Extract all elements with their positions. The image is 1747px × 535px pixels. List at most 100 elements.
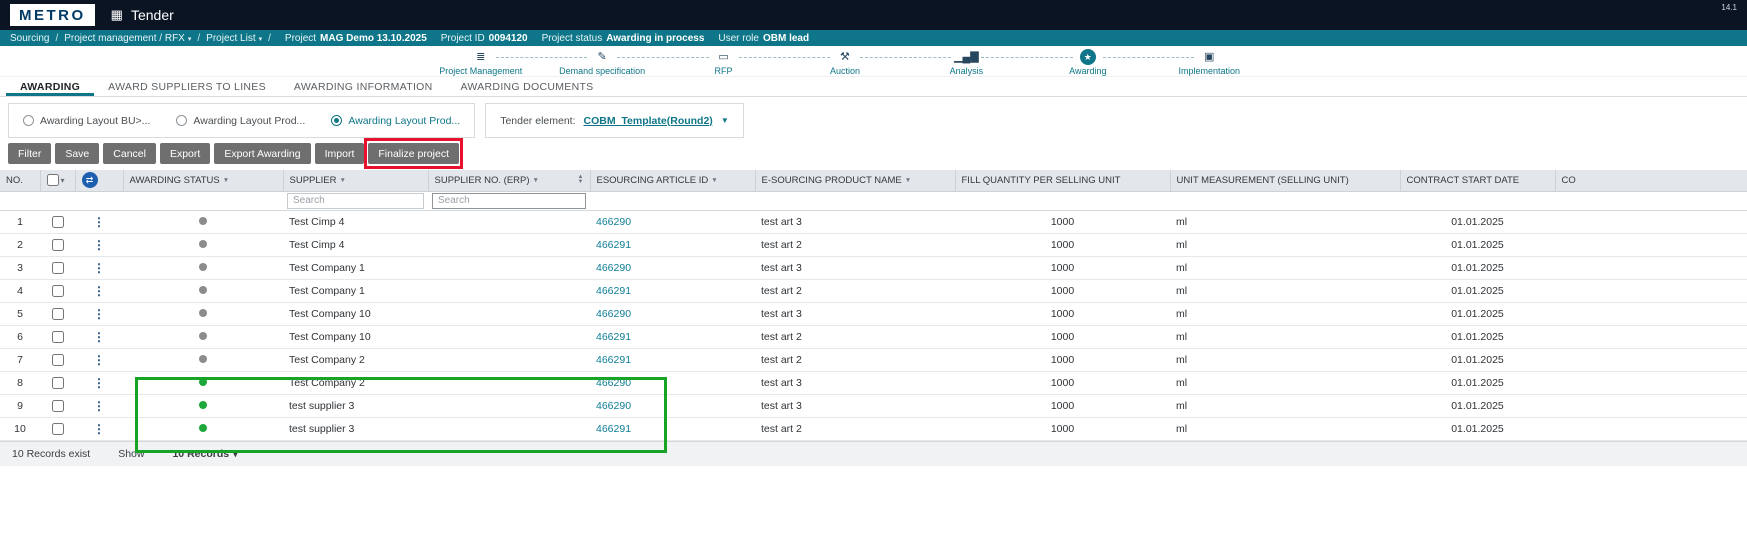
filter-icon[interactable]: ▼ — [533, 177, 539, 184]
unit-cell: ml — [1170, 325, 1400, 349]
column-header-unit-measurement[interactable]: UNIT MEASUREMENT (SELLING UNIT) — [1170, 170, 1401, 192]
esourcing-article-id-cell: 466290 — [590, 394, 755, 418]
esourcing-article-id-cell: 466290 — [590, 371, 755, 395]
app-title: ▦ Tender — [111, 7, 174, 23]
radio-awarding-layout-bu[interactable]: Awarding Layout BU>... — [23, 115, 150, 127]
radio-awarding-layout-prod-1[interactable]: Awarding Layout Prod... — [176, 115, 305, 127]
column-header-awarding-status[interactable]: AWARDING STATUS ▼ — [123, 170, 284, 192]
filter-icon[interactable]: ▼ — [223, 177, 229, 184]
unit-cell: ml — [1170, 394, 1400, 418]
empty-cell — [1555, 233, 1747, 257]
filter-icon[interactable]: ▼ — [340, 177, 346, 184]
row-checkbox[interactable] — [51, 399, 64, 412]
sort-icon[interactable]: ▲ ▼ — [578, 174, 584, 185]
column-header-fill-quantity[interactable]: FILL QUANTITY PER SELLING UNIT — [955, 170, 1171, 192]
row-menu-icon[interactable]: ⋮ — [93, 376, 105, 390]
row-checkbox[interactable] — [51, 330, 64, 343]
row-number: 10 — [0, 417, 40, 441]
finalize-project-button[interactable]: Finalize project — [368, 143, 459, 164]
row-checkbox[interactable] — [51, 238, 64, 251]
contract-start-date-cell: 01.01.2025 — [1400, 417, 1555, 441]
esourcing-article-id-link[interactable]: 466291 — [596, 423, 631, 435]
cancel-button[interactable]: Cancel — [103, 143, 156, 164]
column-header-supplier-no[interactable]: SUPPLIER NO. (ERP) ▼ ▲ ▼ — [428, 170, 591, 192]
app-title-text: Tender — [130, 7, 174, 23]
page-size-dropdown[interactable]: 10 Records ▾ — [172, 448, 237, 460]
row-checkbox[interactable] — [51, 422, 64, 435]
supplier-search-cell — [283, 191, 428, 211]
row-number: 4 — [0, 279, 40, 303]
row-menu-icon[interactable]: ⋮ — [93, 307, 105, 321]
row-checkbox[interactable] — [51, 376, 64, 389]
import-button[interactable]: Import — [314, 143, 365, 164]
breadcrumb-sourcing[interactable]: Sourcing — [10, 33, 49, 44]
tab-awarding[interactable]: AWARDING — [6, 77, 94, 96]
tab-awarding-documents[interactable]: AWARDING DOCUMENTS — [447, 77, 608, 96]
esourcing-article-id-link[interactable]: 466290 — [596, 377, 631, 389]
save-button[interactable]: Save — [55, 143, 100, 164]
esourcing-article-id-link[interactable]: 466291 — [596, 285, 631, 297]
column-header-truncated[interactable]: CO — [1555, 170, 1747, 192]
esourcing-article-id-link[interactable]: 466290 — [596, 262, 631, 274]
step-awarding[interactable]: ★ Awarding — [1027, 49, 1195, 76]
project-id-meta: Project ID 0094120 — [440, 32, 528, 44]
column-header-esourcing-article-id[interactable]: ESOURCING ARTICLE ID ▼ — [590, 170, 756, 192]
column-header-contract-start-date[interactable]: CONTRACT START DATE — [1400, 170, 1556, 192]
row-menu-icon[interactable]: ⋮ — [93, 399, 105, 413]
row-menu-icon[interactable]: ⋮ — [93, 215, 105, 229]
fill-quantity-cell: 1000 — [955, 348, 1170, 372]
step-label: Demand specification — [559, 66, 646, 76]
awarding-status-cell — [123, 325, 283, 349]
row-menu-icon[interactable]: ⋮ — [93, 330, 105, 344]
step-implementation[interactable]: ▣ Implementation — [1149, 49, 1270, 76]
breadcrumb-project-list[interactable]: Project List ▾ — [206, 33, 262, 44]
filter-icon[interactable]: ▼ — [905, 177, 911, 184]
filter-icon[interactable]: ▼ — [711, 177, 717, 184]
breadcrumb-separator: / — [268, 32, 271, 44]
row-checkbox[interactable] — [51, 284, 64, 297]
row-menu-icon[interactable]: ⋮ — [93, 284, 105, 298]
step-analysis[interactable]: ▁▄▇ Analysis — [906, 49, 1074, 76]
export-button[interactable]: Export — [159, 143, 211, 164]
row-checkbox-cell — [40, 394, 75, 418]
product-name-cell: test art 2 — [755, 417, 955, 441]
breadcrumb-project-management-rfx[interactable]: Project management / RFX ▾ — [64, 33, 191, 44]
metro-logo[interactable]: METRO — [10, 4, 95, 26]
esourcing-article-id-cell: 466291 — [590, 279, 755, 303]
tender-element-dropdown[interactable]: COBM_Template(Round2) — [584, 115, 713, 127]
esourcing-article-id-link[interactable]: 466291 — [596, 331, 631, 343]
radio-awarding-layout-prod-2[interactable]: Awarding Layout Prod... — [331, 115, 460, 127]
row-checkbox[interactable] — [51, 353, 64, 366]
esourcing-article-id-link[interactable]: 466290 — [596, 400, 631, 412]
tab-award-suppliers-to-lines[interactable]: AWARD SUPPLIERS TO LINES — [94, 77, 280, 96]
row-menu-icon[interactable]: ⋮ — [93, 353, 105, 367]
supplier-no-search-input[interactable] — [432, 192, 586, 209]
esourcing-article-id-link[interactable]: 466291 — [596, 354, 631, 366]
expand-columns-icon[interactable]: ⇄ — [81, 172, 98, 189]
row-checkbox[interactable] — [51, 307, 64, 320]
export-awarding-button[interactable]: Export Awarding — [214, 143, 311, 164]
row-checkbox[interactable] — [51, 215, 64, 228]
row-checkbox[interactable] — [51, 261, 64, 274]
chevron-down-icon[interactable]: ▼ — [721, 116, 729, 125]
column-header-supplier[interactable]: SUPPLIER ▼ — [283, 170, 429, 192]
row-menu-icon[interactable]: ⋮ — [93, 261, 105, 275]
supplier-no-cell — [428, 302, 590, 326]
step-project-management[interactable]: ≣ Project Management — [420, 49, 588, 76]
column-header-product-name[interactable]: E-SOURCING PRODUCT NAME ▼ — [755, 170, 956, 192]
esourcing-article-id-link[interactable]: 466290 — [596, 216, 631, 228]
row-menu-icon[interactable]: ⋮ — [93, 238, 105, 252]
select-all-checkbox[interactable] — [46, 174, 59, 187]
row-menu-icon[interactable]: ⋮ — [93, 422, 105, 436]
esourcing-article-id-cell: 466290 — [590, 210, 755, 234]
esourcing-article-id-link[interactable]: 466290 — [596, 308, 631, 320]
supplier-search-input[interactable] — [287, 192, 424, 209]
tab-awarding-information[interactable]: AWARDING INFORMATION — [280, 77, 447, 96]
column-header-no[interactable]: NO. — [0, 170, 41, 192]
step-demand-specification[interactable]: ✎ Demand specification — [541, 49, 710, 76]
step-auction[interactable]: ⚒ Auction — [784, 49, 952, 76]
chevron-down-icon[interactable]: ▾ — [61, 176, 65, 185]
esourcing-article-id-link[interactable]: 466291 — [596, 239, 631, 251]
step-rfp[interactable]: ▭ RFP — [663, 49, 831, 76]
filter-button[interactable]: Filter — [8, 143, 52, 164]
